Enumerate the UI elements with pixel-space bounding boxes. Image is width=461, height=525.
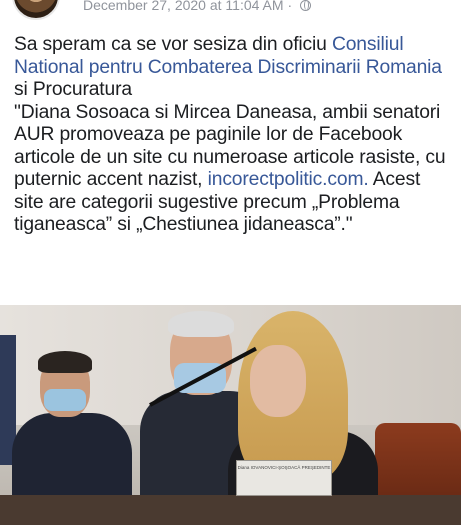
post-timestamp[interactable]: December 27, 2020 at 11:04 AM	[83, 0, 284, 13]
site-link[interactable]: incorectpolitic.com.	[208, 169, 369, 190]
post-text-part: si Procuratura	[14, 79, 132, 100]
post-body: Sa speram ca se vor sesiza din oficiu Co…	[14, 34, 454, 237]
desk	[0, 495, 461, 525]
avatar[interactable]	[12, 0, 60, 20]
meta-separator: ·	[287, 0, 293, 13]
nameplate: Diana IOVANOVICI-ŞOŞOACĂ PREŞEDINTE	[236, 460, 332, 496]
post-header: December 27, 2020 at 11:04 AM ·	[0, 0, 461, 26]
post-photo[interactable]: Diana IOVANOVICI-ŞOŞOACĂ PREŞEDINTE	[0, 305, 461, 525]
globe-icon	[300, 0, 311, 11]
post-meta: December 27, 2020 at 11:04 AM ·	[83, 0, 311, 13]
post-text-part: Sa speram ca se vor sesiza din oficiu	[14, 34, 332, 55]
